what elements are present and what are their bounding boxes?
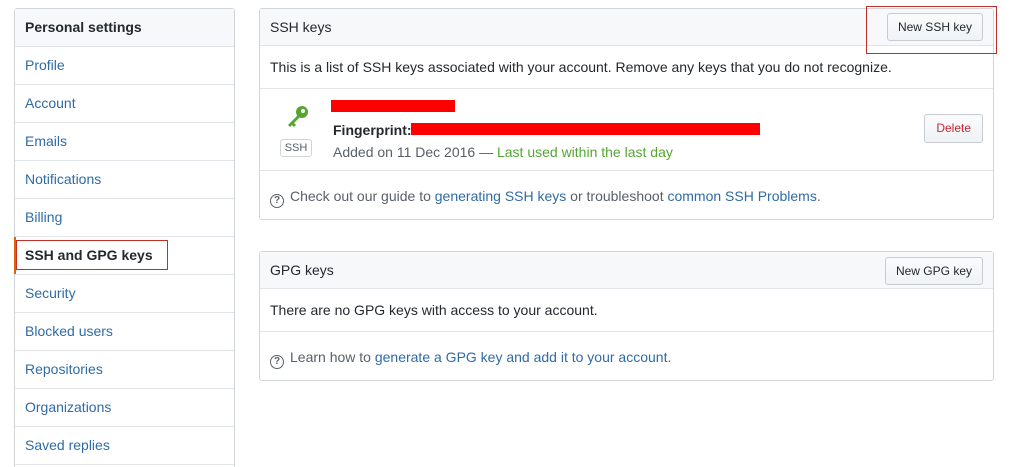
redacted-fingerprint [411,123,760,135]
ssh-badge: SSH [280,139,312,157]
redacted-key-title [331,100,455,112]
settings-sidebar: Personal settings Profile Account Emails… [14,8,235,467]
sidebar-item-emails[interactable]: Emails [15,123,234,161]
ssh-help-suffix: . [816,188,821,204]
common-ssh-problems-link[interactable]: common SSH Problems [667,188,816,204]
sidebar-header: Personal settings [15,9,234,47]
ssh-keys-title: SSH keys [270,19,332,35]
key-added-info: Added on 11 Dec 2016 — Last used within … [333,144,673,160]
ssh-help-prefix: Check out our guide to [290,188,435,204]
sidebar-item-security[interactable]: Security [15,275,234,313]
sidebar-item-organizations[interactable]: Organizations [15,389,234,427]
generate-gpg-key-link[interactable]: generate a GPG key and add it to your ac… [375,349,668,365]
sidebar-item-blocked-users[interactable]: Blocked users [15,313,234,351]
question-icon: ? [270,194,284,208]
new-ssh-key-button[interactable]: New SSH key [886,13,983,41]
gpg-keys-title: GPG keys [270,262,334,278]
gpg-keys-header: GPG keys New GPG key [260,252,993,289]
gpg-keys-panel: GPG keys New GPG key There are no GPG ke… [259,251,994,381]
ssh-keys-description: This is a list of SSH keys associated wi… [260,46,993,89]
ssh-keys-header: SSH keys New SSH key [260,9,993,46]
added-date: Added on 11 Dec 2016 — [333,144,497,160]
ssh-help: ? Check out our guide to generating SSH k… [260,171,993,220]
last-used-status: Last used within the last day [496,144,673,160]
fingerprint-label: Fingerprint: [333,122,412,138]
gpg-empty-message: There are no GPG keys with access to you… [260,289,993,332]
gpg-help-suffix: . [667,349,672,365]
sidebar-item-account[interactable]: Account [15,85,234,123]
gpg-help-prefix: Learn how to [290,349,375,365]
sidebar-item-ssh-gpg-keys[interactable]: SSH and GPG keys [14,237,234,275]
sidebar-item-repositories[interactable]: Repositories [15,351,234,389]
sidebar-item-billing[interactable]: Billing [15,199,234,237]
generating-ssh-keys-link[interactable]: generating SSH keys [435,188,567,204]
question-icon: ? [270,355,284,369]
new-gpg-key-button[interactable]: New GPG key [884,257,983,285]
ssh-keys-panel: SSH keys New SSH key This is a list of S… [259,8,994,220]
delete-key-button[interactable]: Delete [924,114,983,143]
ssh-key-item: SSH Fingerprint: Added on 11 Dec 2016 — … [260,89,993,171]
sidebar-item-notifications[interactable]: Notifications [15,161,234,199]
ssh-help-middle: or troubleshoot [566,188,668,204]
sidebar-item-profile[interactable]: Profile [15,47,234,85]
sidebar-item-saved-replies[interactable]: Saved replies [15,427,234,465]
gpg-help: ? Learn how to generate a GPG key and add… [260,332,993,380]
key-icon [280,103,314,134]
